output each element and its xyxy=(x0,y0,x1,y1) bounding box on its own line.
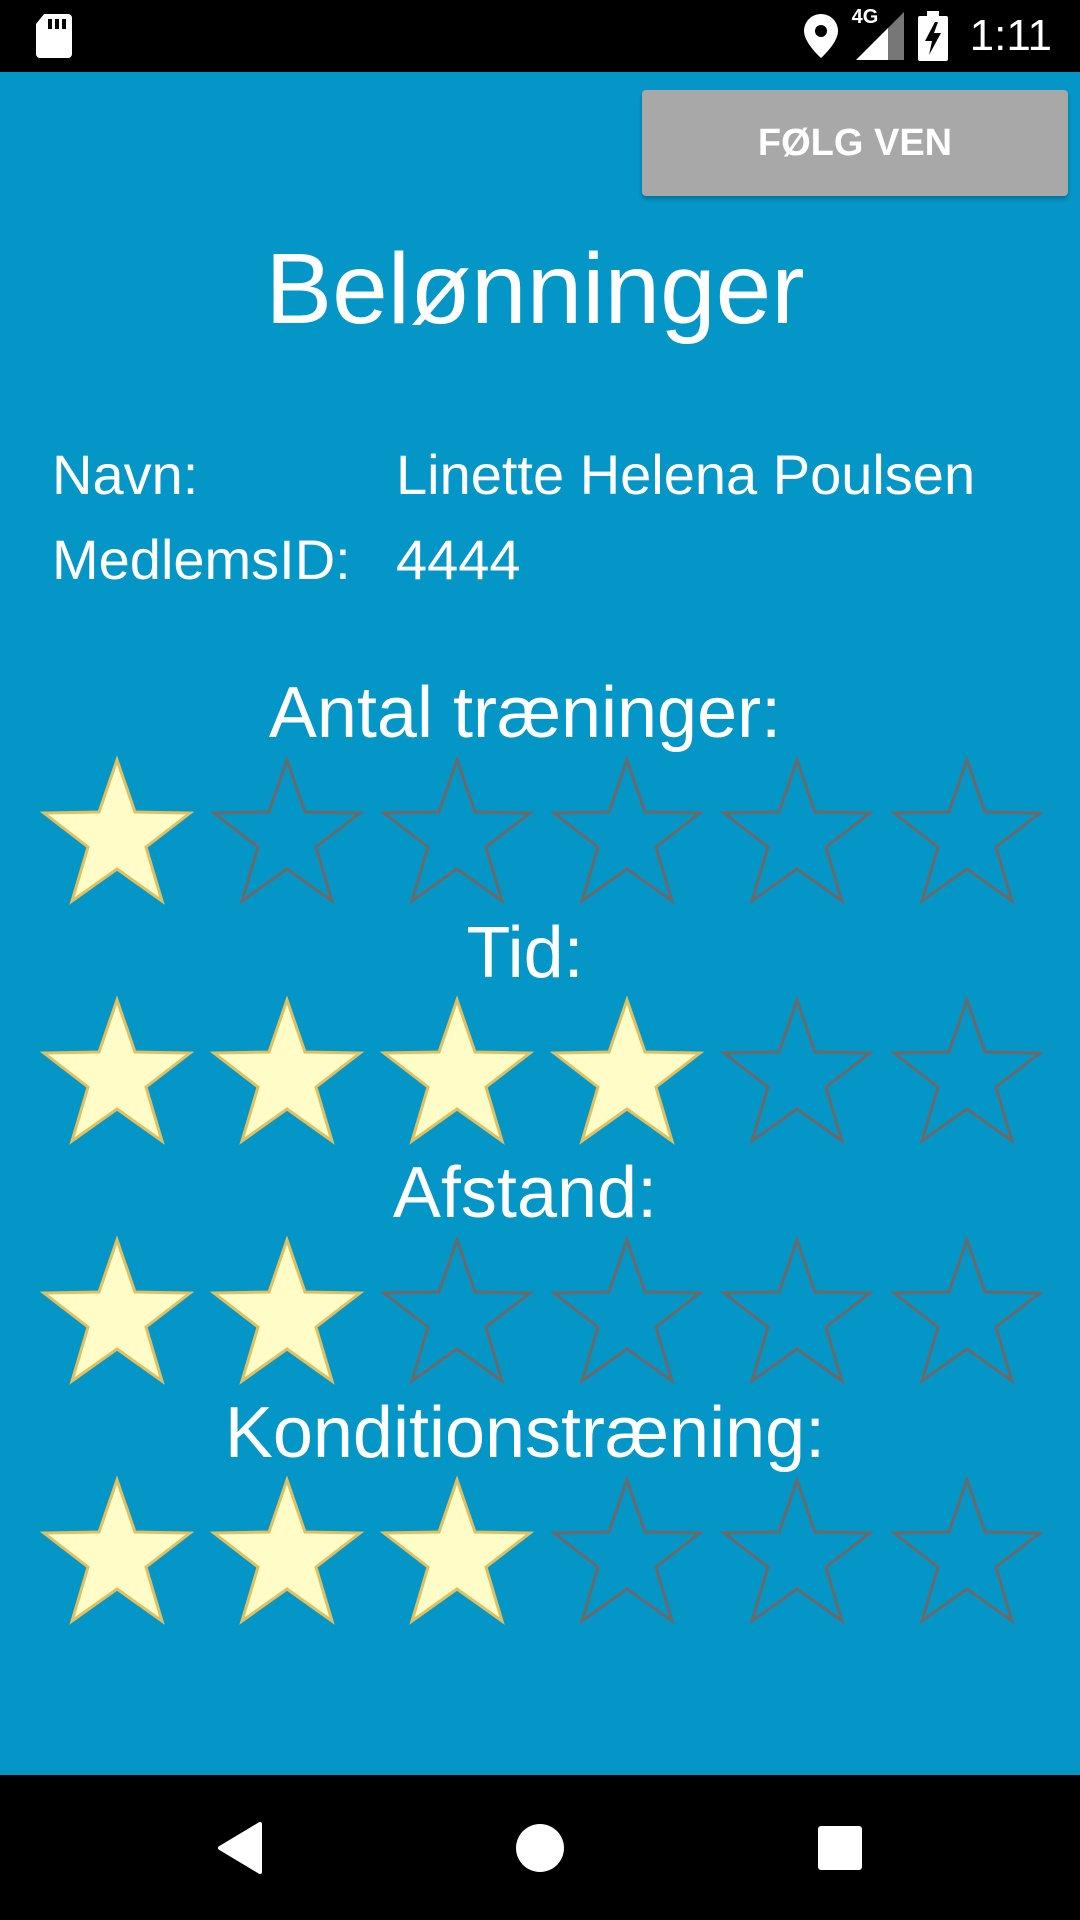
trainings-count-rating xyxy=(32,752,1052,912)
star-empty-icon xyxy=(372,752,542,912)
name-label: Navn: xyxy=(52,443,199,506)
cardio-training-label: Konditionstræning: xyxy=(224,1393,826,1473)
trainings-count-label: Antal træninger: xyxy=(268,673,782,753)
battery-charging-icon xyxy=(917,11,948,61)
member-id-value: 4444 xyxy=(396,528,521,591)
star-empty-icon xyxy=(712,752,882,912)
star-filled-icon xyxy=(202,1472,372,1632)
star-empty-icon xyxy=(202,752,372,912)
star-empty-icon xyxy=(542,752,712,912)
distance-label: Afstand: xyxy=(392,1153,658,1233)
rewards-screen: FØLG VEN Belønninger Navn: Linette Helen… xyxy=(0,72,1080,1775)
star-filled-icon xyxy=(372,1472,542,1632)
star-filled-icon xyxy=(32,1232,202,1392)
back-icon xyxy=(218,1821,262,1874)
star-empty-icon xyxy=(372,1232,542,1392)
star-filled-icon xyxy=(32,992,202,1152)
time-rating xyxy=(32,992,1052,1152)
back-button[interactable] xyxy=(160,1775,320,1920)
name-value: Linette Helena Poulsen xyxy=(396,443,976,506)
page-title: Belønninger xyxy=(265,233,805,345)
sd-card-icon xyxy=(36,14,72,58)
distance-rating xyxy=(32,1232,1052,1392)
recents-icon xyxy=(818,1825,862,1870)
status-clock: 1:11 xyxy=(969,11,1052,60)
status-icons: 4G 1:11 xyxy=(803,0,1052,72)
star-empty-icon xyxy=(882,1232,1052,1392)
star-empty-icon xyxy=(882,992,1052,1152)
star-filled-icon xyxy=(202,1232,372,1392)
home-icon xyxy=(516,1823,564,1872)
star-empty-icon xyxy=(882,752,1052,912)
star-filled-icon xyxy=(32,752,202,912)
time-label: Tid: xyxy=(466,913,584,993)
cardio-training-rating xyxy=(32,1472,1052,1632)
network-type-label: 4G xyxy=(851,6,879,28)
star-empty-icon xyxy=(542,1472,712,1632)
star-empty-icon xyxy=(882,1472,1052,1632)
star-empty-icon xyxy=(712,1472,882,1632)
star-filled-icon xyxy=(542,992,712,1152)
home-button[interactable] xyxy=(460,1775,620,1920)
location-icon xyxy=(803,14,838,58)
member-id-label: MedlemsID: xyxy=(52,528,351,591)
navigation-bar xyxy=(0,1775,1080,1920)
star-filled-icon xyxy=(32,1472,202,1632)
star-empty-icon xyxy=(542,1232,712,1392)
star-filled-icon xyxy=(372,992,542,1152)
recents-button[interactable] xyxy=(760,1775,920,1920)
follow-friend-button[interactable]: FØLG VEN xyxy=(642,90,1068,196)
star-empty-icon xyxy=(712,992,882,1152)
star-filled-icon xyxy=(202,992,372,1152)
star-empty-icon xyxy=(712,1232,882,1392)
status-bar: 4G 1:11 xyxy=(0,0,1080,72)
signal-icon: 4G xyxy=(852,6,904,60)
